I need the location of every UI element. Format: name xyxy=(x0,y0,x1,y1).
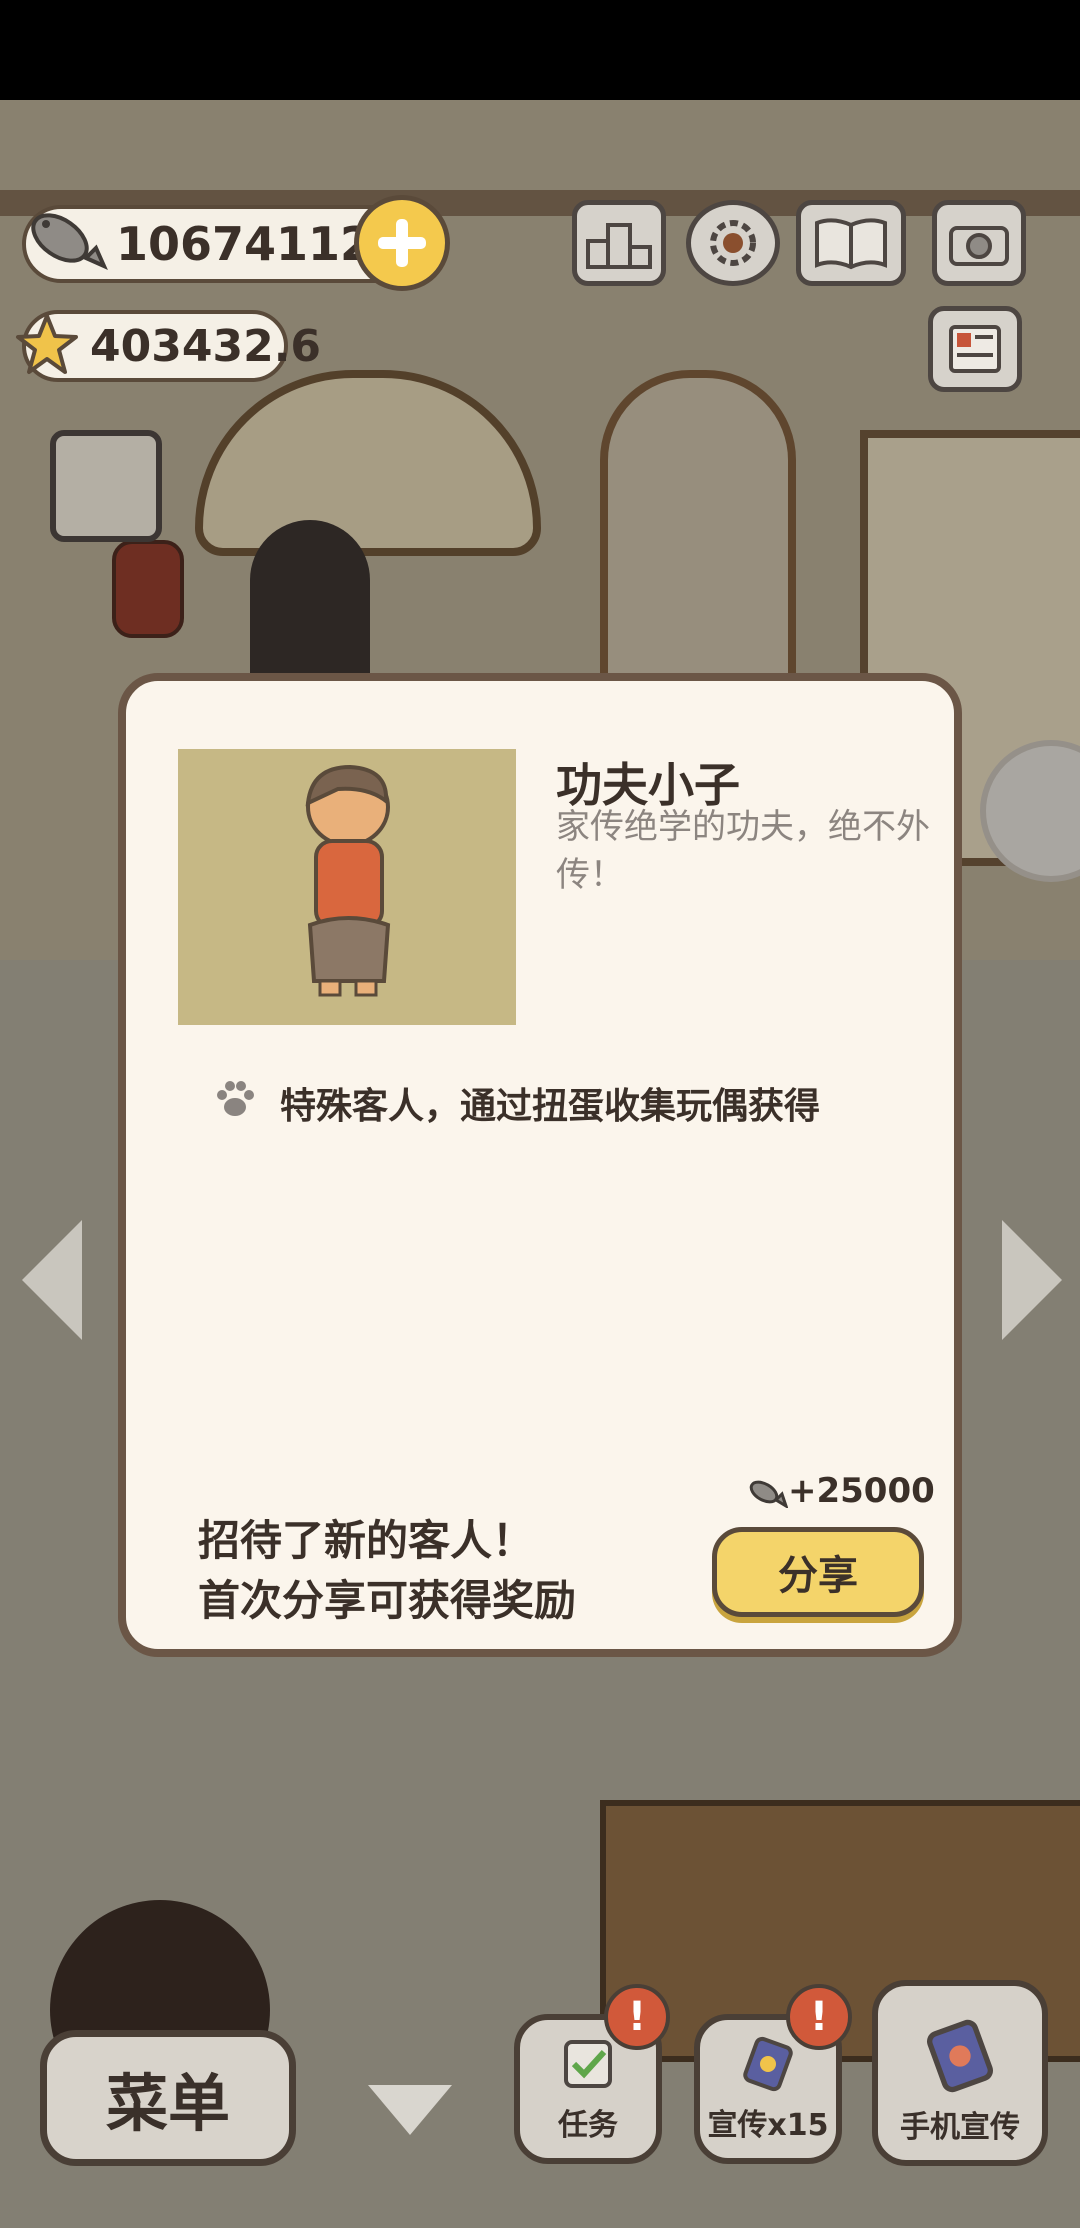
kungfu-boy-image xyxy=(305,764,391,997)
status-bar xyxy=(0,0,1080,100)
character-portrait xyxy=(178,749,516,1025)
star-count: 403432.6 xyxy=(90,320,322,372)
news-icon xyxy=(949,325,1001,373)
fish-icon xyxy=(31,213,108,270)
phone-promotion-button[interactable]: 手机宣传 xyxy=(872,1980,1048,2166)
camera-icon[interactable] xyxy=(932,200,1026,286)
plus-icon xyxy=(378,219,426,267)
menu-button[interactable]: 菜单 xyxy=(40,2030,296,2166)
promotion-label: 宣传x15 xyxy=(707,2108,829,2143)
message-line-1: 招待了新的客人！ xyxy=(198,1516,535,1565)
character-description: 家传绝学的功夫，绝不外传！ xyxy=(556,807,930,895)
task-alert-badge: ! xyxy=(604,1984,670,2050)
guest-message: 招待了新的客人！ 首次分享可获得奖励 xyxy=(198,1511,576,1631)
star-icon xyxy=(16,314,78,374)
fish-reward-icon xyxy=(749,1480,788,1508)
add-fish-button[interactable] xyxy=(354,195,450,291)
promotion-alert-badge: ! xyxy=(786,1984,852,2050)
newspaper-icon[interactable] xyxy=(928,306,1022,392)
gear-icon xyxy=(710,220,756,266)
obtain-method: 特殊客人，通过扭蛋收集玩偶获得 xyxy=(280,1086,821,1127)
cat-book-icon[interactable] xyxy=(796,200,906,286)
new-guest-dialog: 功夫小子 家传绝学的功夫，绝不外传！ 特殊客人，通过扭蛋收集玩偶获得 +2500… xyxy=(118,673,962,1657)
scroll-left-arrow-icon[interactable] xyxy=(22,1220,82,1340)
paw-icon xyxy=(217,1081,254,1116)
task-label: 任务 xyxy=(558,2108,618,2143)
share-reward: +25000 xyxy=(746,1471,935,1511)
share-button[interactable]: 分享 xyxy=(712,1527,924,1617)
book-icon xyxy=(815,218,887,270)
scroll-right-arrow-icon[interactable] xyxy=(1002,1220,1062,1340)
chevron-down-icon[interactable] xyxy=(368,2085,452,2135)
checklist-icon xyxy=(564,2040,612,2088)
podium-icon xyxy=(586,223,652,269)
reward-amount: +25000 xyxy=(788,1471,935,1511)
flyer-icon xyxy=(743,2036,793,2092)
ranking-icon[interactable] xyxy=(572,200,666,286)
phone-flyer-icon xyxy=(927,2019,993,2093)
camera-shape-icon xyxy=(949,226,1009,266)
message-line-2: 首次分享可获得奖励 xyxy=(198,1576,577,1625)
phone-promotion-label: 手机宣传 xyxy=(900,2110,1020,2145)
settings-gear-icon[interactable] xyxy=(686,200,780,286)
